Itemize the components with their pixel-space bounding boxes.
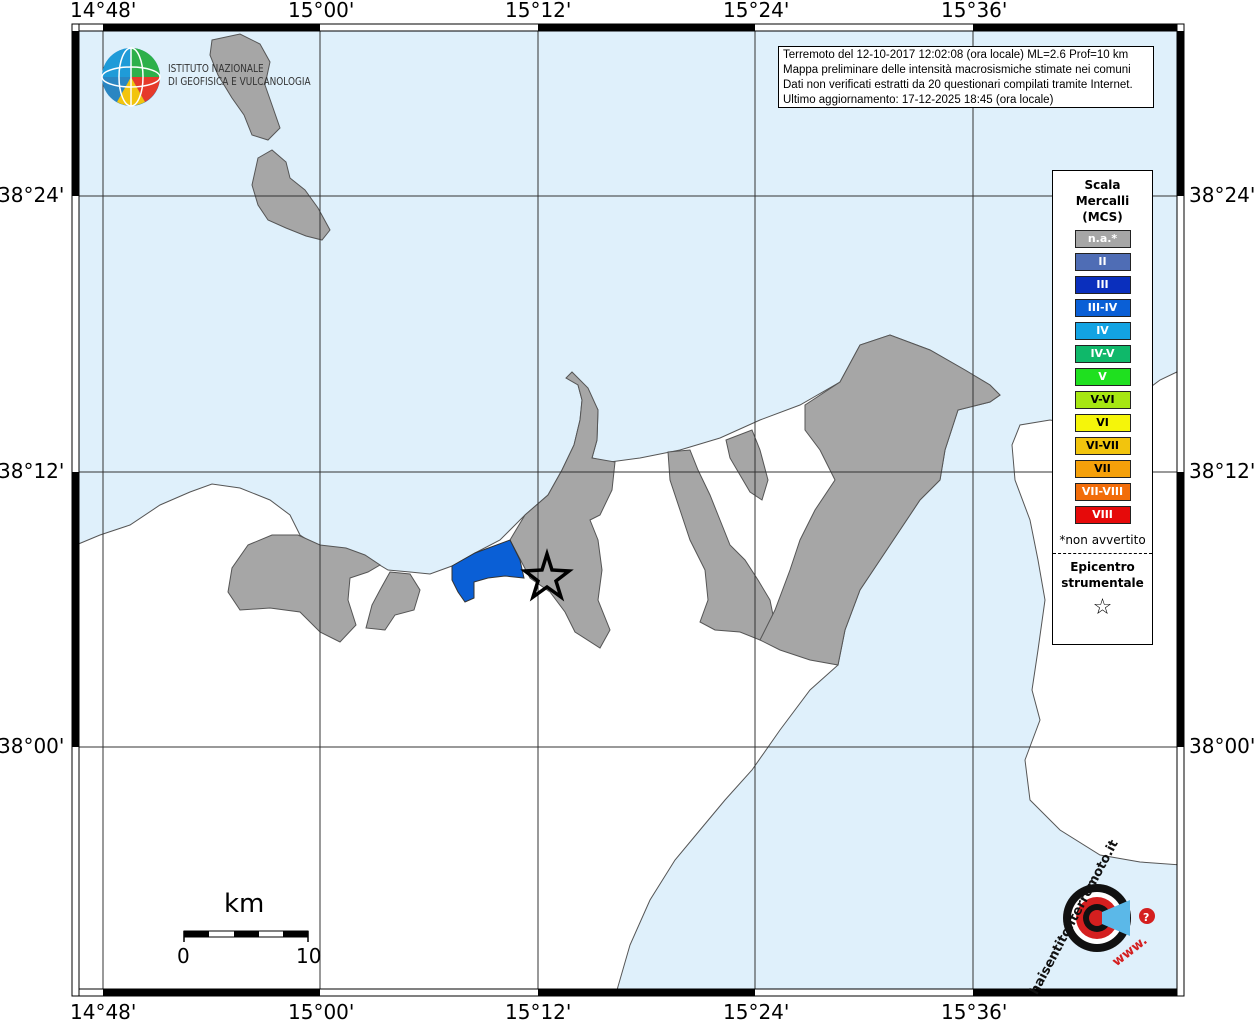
legend-title: Scala Mercalli (MCS): [1053, 177, 1152, 225]
lon-label-top-5: 15°36': [941, 0, 1008, 22]
ingv-name: ISTITUTO NAZIONALE DI GEOFISICA E VULCAN…: [168, 63, 311, 89]
lon-label-top-1: 14°48': [70, 0, 137, 22]
legend-item-vii-viii: VII-VIII: [1074, 483, 1131, 501]
lat-label-right-3: 38°00': [1189, 734, 1255, 758]
scale-bar-max: 10: [296, 944, 322, 968]
legend-item-iv: IV: [1074, 322, 1131, 340]
legend-item-vi-vii: VI-VII: [1074, 437, 1131, 455]
lon-label-top-3: 15°12': [505, 0, 572, 22]
event-info-line1: Terremoto del 12-10-2017 12:02:08 (ora l…: [783, 49, 1129, 61]
legend-star-icon: ☆: [1092, 595, 1113, 620]
lon-label-top-4: 15°24': [723, 0, 790, 22]
hsit-logo-prefix: www.: [1109, 933, 1151, 970]
lon-label-top-2: 15°00': [288, 0, 355, 22]
legend-item-iii-iv: III-IV: [1074, 299, 1131, 317]
scale-bar-title: km: [224, 889, 265, 919]
lat-label-left-2: 38°12': [0, 459, 65, 483]
lon-label-bottom-5: 15°36': [941, 1000, 1008, 1024]
ingv-name-line1: ISTITUTO NAZIONALE: [168, 63, 264, 75]
hsit-logo-text: haisentitoilterremoto.it www.: [1027, 838, 1160, 998]
legend-epicentre-line2: strumentale: [1061, 576, 1144, 590]
legend-item-n-a: n.a.*: [1074, 230, 1131, 248]
event-info-line4: Ultimo aggiornamento: 17-12-2025 18:45 (…: [783, 94, 1054, 106]
legend-item-iii: III: [1074, 276, 1131, 294]
legend-item-vi: VI: [1074, 414, 1131, 432]
legend-item-vii: VII: [1074, 460, 1131, 478]
legend-separator: [1053, 553, 1152, 554]
legend-note: *non avvertito: [1059, 533, 1146, 547]
lon-label-bottom-3: 15°12': [505, 1000, 572, 1024]
event-info-box: Terremoto del 12-10-2017 12:02:08 (ora l…: [778, 46, 1154, 108]
legend-title-line1: Scala: [1084, 178, 1121, 192]
legend-title-line2: Mercalli: [1075, 194, 1130, 208]
ingv-name-line2: DI GEOFISICA E VULCANOLOGIA: [168, 76, 311, 88]
legend-item-v: V: [1074, 368, 1131, 386]
lat-label-right-2: 38°12': [1189, 459, 1255, 483]
lat-label-right-1: 38°24': [1189, 183, 1255, 207]
lat-label-left-3: 38°00': [0, 734, 65, 758]
intensity-legend: Scala Mercalli (MCS) n.a.* II III III-IV IV I…: [1052, 170, 1153, 645]
lon-label-bottom-4: 15°24': [723, 1000, 790, 1024]
legend-item-iv-v: IV-V: [1074, 345, 1131, 363]
legend-item-v-vi: V-VI: [1074, 391, 1131, 409]
legend-epicentre-line1: Epicentro: [1070, 560, 1135, 574]
legend-item-viii: VIII: [1074, 506, 1131, 524]
lon-label-bottom-1: 14°48': [70, 1000, 137, 1024]
legend-item-ii: II: [1074, 253, 1131, 271]
scale-bar-min: 0: [177, 944, 190, 968]
legend-title-line3: (MCS): [1082, 210, 1123, 224]
event-info-line3: Dati non verificati estratti da 20 quest…: [783, 79, 1133, 91]
event-info-line2: Mappa preliminare delle intensità macros…: [783, 64, 1131, 76]
lat-label-left-1: 38°24': [0, 183, 65, 207]
ingv-logo-icon: [101, 47, 161, 107]
legend-items: n.a.* II III III-IV IV IV-V V V-VI VI VI-VII VII VI…: [1053, 230, 1152, 524]
legend-epicentre-label: Epicentro strumentale: [1053, 559, 1152, 591]
lon-label-bottom-2: 15°00': [288, 1000, 355, 1024]
